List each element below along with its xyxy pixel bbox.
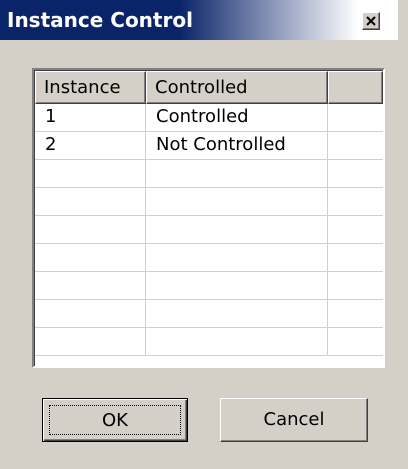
ok-button[interactable]: OK [42, 398, 188, 442]
controlled-cell [146, 272, 328, 299]
list-row[interactable] [35, 300, 383, 328]
controlled-cell [146, 300, 328, 327]
extra-cell [328, 300, 383, 327]
window-title: Instance Control [7, 8, 193, 32]
title-bar[interactable]: Instance Control [0, 0, 398, 40]
cancel-button[interactable]: Cancel [220, 398, 368, 442]
column-header-controlled[interactable]: Controlled [146, 71, 328, 104]
instance-control-dialog: Instance Control Instance Controlled 1 Co… [0, 0, 398, 469]
instance-cell [35, 328, 146, 355]
extra-cell [328, 132, 383, 159]
column-header-instance[interactable]: Instance [35, 71, 146, 104]
close-icon [366, 16, 376, 26]
instance-cell [35, 160, 146, 187]
extra-cell [328, 160, 383, 187]
list-rows: 1 Controlled 2 Not Controlled [35, 104, 383, 356]
list-row[interactable]: 1 Controlled [35, 104, 383, 132]
extra-cell [328, 188, 383, 215]
extra-cell [328, 244, 383, 271]
instance-cell [35, 300, 146, 327]
controlled-cell: Not Controlled [146, 132, 328, 159]
instance-cell: 1 [35, 104, 146, 131]
instance-cell [35, 188, 146, 215]
instance-cell [35, 272, 146, 299]
list-row[interactable]: 2 Not Controlled [35, 132, 383, 160]
extra-cell [328, 216, 383, 243]
controlled-cell [146, 328, 328, 355]
instance-cell [35, 216, 146, 243]
ok-button-label: OK [49, 405, 181, 435]
list-row[interactable] [35, 160, 383, 188]
instance-cell [35, 244, 146, 271]
extra-cell [328, 104, 383, 131]
instance-list-inner: Instance Controlled 1 Controlled 2 Not Cont… [34, 70, 383, 366]
extra-cell [328, 328, 383, 355]
list-row[interactable] [35, 328, 383, 356]
controlled-cell [146, 160, 328, 187]
list-header: Instance Controlled [35, 71, 383, 104]
controlled-cell [146, 188, 328, 215]
instance-list[interactable]: Instance Controlled 1 Controlled 2 Not Cont… [32, 68, 385, 368]
list-row[interactable] [35, 188, 383, 216]
controlled-cell [146, 244, 328, 271]
column-header-empty[interactable] [328, 71, 383, 104]
controlled-cell [146, 216, 328, 243]
instance-cell: 2 [35, 132, 146, 159]
list-row[interactable] [35, 272, 383, 300]
list-row[interactable] [35, 216, 383, 244]
controlled-cell: Controlled [146, 104, 328, 131]
list-row[interactable] [35, 244, 383, 272]
close-button[interactable] [362, 12, 380, 30]
extra-cell [328, 272, 383, 299]
